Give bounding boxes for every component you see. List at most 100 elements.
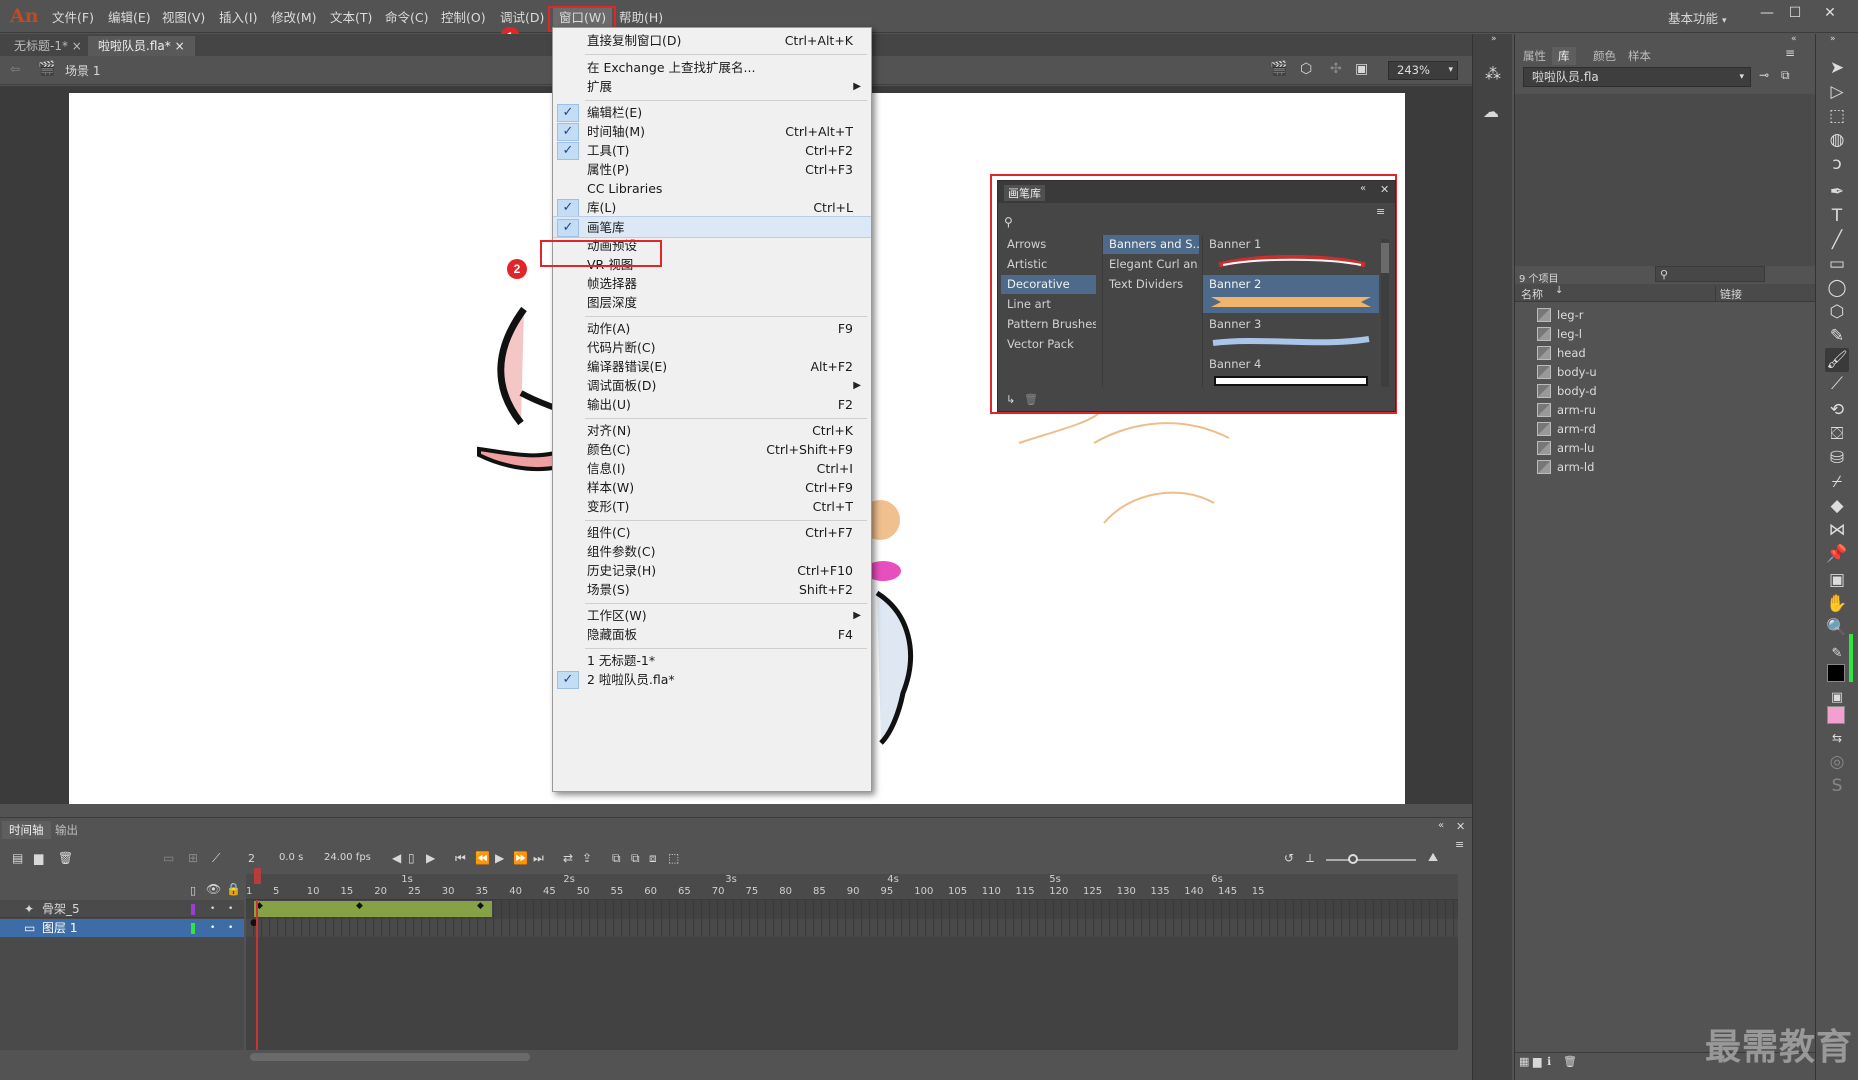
marker-right-icon[interactable]: ▶ bbox=[426, 851, 435, 865]
brush-category-pattern-brushes[interactable]: Pattern Brushes bbox=[1001, 315, 1096, 334]
menu-item-scene[interactable]: 场景(S) Shift+F2 bbox=[553, 579, 871, 601]
polystar-tool-icon[interactable]: ⬡ bbox=[1825, 300, 1849, 324]
new-layer-icon[interactable]: ▤ bbox=[12, 851, 23, 865]
menu-item-layer-depth[interactable]: 图层深度 bbox=[553, 292, 871, 314]
undo-icon[interactable]: ↺ bbox=[1284, 851, 1294, 865]
pin-icon[interactable]: ⊸ bbox=[1759, 68, 1769, 82]
menu-item-duplicate-window[interactable]: 直接复制窗口(D) Ctrl+Alt+K bbox=[553, 30, 871, 52]
new-library-panel-icon[interactable]: ⧉ bbox=[1781, 68, 1790, 83]
pose-span[interactable] bbox=[254, 901, 492, 917]
menu-item-hide-panels[interactable]: 隐藏面板 F4 bbox=[553, 624, 871, 646]
keyframe-dot[interactable]: ◆ bbox=[356, 901, 363, 911]
motion-presets-icon[interactable]: ⁂ bbox=[1485, 64, 1501, 83]
brush-banner-1[interactable]: Banner 1 bbox=[1203, 235, 1379, 273]
layer-row-layer1[interactable]: ▭ 图层 1 • • bbox=[0, 919, 244, 937]
center-frame-icon[interactable]: ▯ bbox=[408, 851, 415, 865]
add-brush-icon[interactable]: ↳ bbox=[1006, 393, 1015, 406]
frame-rate[interactable]: 24.00 fps bbox=[324, 852, 371, 863]
visibility-dot[interactable]: • bbox=[210, 919, 215, 937]
new-folder-icon[interactable]: ▆ bbox=[1533, 1055, 1541, 1068]
brush-subcategory-elegant-curl[interactable]: Elegant Curl an... bbox=[1103, 255, 1199, 274]
trash-icon[interactable]: 🗑 bbox=[1024, 393, 1038, 406]
selection-tool-icon[interactable]: ➤ bbox=[1825, 56, 1849, 80]
menu-view[interactable]: 视图(V) bbox=[162, 8, 205, 28]
subselection-tool-icon[interactable]: ▷ bbox=[1825, 80, 1849, 104]
menu-help[interactable]: 帮助(H) bbox=[619, 8, 663, 28]
onion-outline-icon[interactable]: ⧉ bbox=[612, 851, 621, 866]
paint-brush-tool-icon[interactable]: 🖌 bbox=[1825, 348, 1849, 372]
workspace-switcher[interactable]: 基本功能 ▾ bbox=[1668, 8, 1727, 27]
brush-category-arrows[interactable]: Arrows bbox=[1001, 235, 1096, 254]
new-symbol-icon[interactable]: ▦ bbox=[1519, 1055, 1529, 1068]
eye-icon[interactable]: 👁 bbox=[206, 882, 221, 896]
collapse-icon[interactable]: « bbox=[1791, 34, 1797, 44]
close-window-button[interactable]: ✕ bbox=[1815, 2, 1845, 24]
snap-icon[interactable]: ✣ bbox=[1330, 61, 1342, 77]
brush-tool-icon[interactable]: ⟋ bbox=[1825, 372, 1849, 396]
zoom-field[interactable]: 243% ▾ bbox=[1388, 61, 1458, 80]
panel-menu-icon[interactable]: ≡ bbox=[1376, 205, 1385, 218]
scale-frames-icon[interactable]: ⟂ bbox=[1306, 851, 1314, 866]
delete-layer-icon[interactable]: 🗑 bbox=[58, 851, 73, 865]
width-tool-icon[interactable]: ⋈ bbox=[1825, 518, 1849, 542]
edit-multiple-icon[interactable]: ⧉ bbox=[631, 851, 640, 866]
collapse-icon[interactable]: » bbox=[1491, 34, 1497, 44]
timeline-scrollbar[interactable] bbox=[250, 1053, 530, 1061]
marker-left-icon[interactable]: ◀ bbox=[392, 851, 401, 865]
camera-tool-icon[interactable]: ▣ bbox=[1825, 568, 1849, 592]
menu-text[interactable]: 文本(T) bbox=[330, 8, 372, 28]
panel-menu-icon[interactable]: ≡ bbox=[1455, 838, 1464, 851]
play-icon[interactable]: ▶ bbox=[495, 851, 504, 865]
layer-color-swatch[interactable] bbox=[191, 904, 195, 915]
pen-tool-icon[interactable]: ✒ bbox=[1825, 180, 1849, 204]
3d-rotation-tool-icon[interactable]: ◍ bbox=[1825, 128, 1849, 152]
snap-to-objects-icon[interactable]: ◎ bbox=[1825, 750, 1849, 774]
stroke-color-swatch[interactable] bbox=[1827, 664, 1845, 682]
pin-tool-icon[interactable]: 📌 bbox=[1825, 542, 1849, 566]
onion-markers-icon[interactable]: ⧈ bbox=[649, 851, 657, 866]
onion-skin-icon[interactable]: ⇪ bbox=[582, 851, 592, 865]
zoom-slider[interactable] bbox=[1326, 859, 1416, 861]
brush-subcategory-text-dividers[interactable]: Text Dividers bbox=[1103, 275, 1199, 294]
frame-ruler[interactable]: 1s 2s 3s 4s 5s 6s 1 5 10 15 20 25 30 35 40 45 50 55 60 65 7… bbox=[246, 874, 1458, 900]
scrollbar-thumb[interactable] bbox=[1381, 243, 1389, 273]
frame-row-layer1[interactable] bbox=[246, 919, 1458, 937]
new-folder-icon[interactable]: ▆ bbox=[34, 851, 43, 865]
eyedropper-tool-icon[interactable]: ⌿ bbox=[1825, 470, 1849, 494]
ink-bottle-tool-icon[interactable]: ⛁ bbox=[1825, 446, 1849, 470]
collapse-icon[interactable]: » bbox=[1830, 34, 1836, 44]
sort-arrow-icon[interactable]: ↓ bbox=[1555, 285, 1563, 296]
brush-category-line-art[interactable]: Line art bbox=[1001, 295, 1096, 314]
pencil-tool-icon[interactable]: ✎ bbox=[1825, 324, 1849, 348]
edit-scene-icon[interactable]: 🎬 bbox=[1270, 61, 1287, 77]
menu-item-output[interactable]: 输出(U) F2 bbox=[553, 394, 871, 416]
close-icon[interactable]: ✕ bbox=[1456, 820, 1465, 833]
menu-edit[interactable]: 编辑(E) bbox=[108, 8, 151, 28]
library-item[interactable]: body-d bbox=[1537, 382, 1597, 401]
elapsed-time[interactable]: 0.0 s bbox=[279, 852, 303, 863]
brush-banner-4[interactable]: Banner 4 bbox=[1203, 355, 1379, 387]
frame-select-icon[interactable]: ⬚ bbox=[668, 851, 679, 865]
fill-color-swatch[interactable] bbox=[1827, 706, 1845, 724]
library-item[interactable]: leg-l bbox=[1537, 325, 1582, 344]
goto-last-frame-icon[interactable]: ⏭ bbox=[533, 851, 544, 866]
menu-item-extensions[interactable]: 扩展 ▶ bbox=[553, 76, 871, 98]
collapse-icon[interactable]: « bbox=[1438, 820, 1444, 831]
brush-category-decorative[interactable]: Decorative bbox=[1001, 275, 1096, 294]
oval-tool-icon[interactable]: ◯ bbox=[1825, 276, 1849, 300]
library-item[interactable]: arm-rd bbox=[1537, 420, 1596, 439]
bone-tool-icon[interactable]: ⟲ bbox=[1825, 398, 1849, 422]
library-item[interactable]: head bbox=[1537, 344, 1586, 363]
brush-library-titlebar[interactable]: 画笔库 « ✕ bbox=[998, 181, 1395, 203]
zoom-slider-handle[interactable] bbox=[1348, 854, 1358, 864]
back-arrow-icon[interactable]: ⇦ bbox=[10, 62, 20, 76]
menu-item-transform[interactable]: 变形(T) Ctrl+T bbox=[553, 496, 871, 518]
library-item[interactable]: leg-r bbox=[1537, 306, 1583, 325]
maximize-button[interactable]: ☐ bbox=[1780, 2, 1810, 24]
layer-parenting-icon[interactable]: ⊞ bbox=[188, 851, 198, 865]
eraser-tool-icon[interactable]: ◆ bbox=[1825, 494, 1849, 518]
rectangle-tool-icon[interactable]: ▭ bbox=[1825, 252, 1849, 276]
lock-dot[interactable]: • bbox=[228, 919, 233, 937]
mountains-icon[interactable]: ⛰ bbox=[1428, 850, 1438, 865]
menu-debug[interactable]: 调试(D) bbox=[500, 8, 544, 28]
